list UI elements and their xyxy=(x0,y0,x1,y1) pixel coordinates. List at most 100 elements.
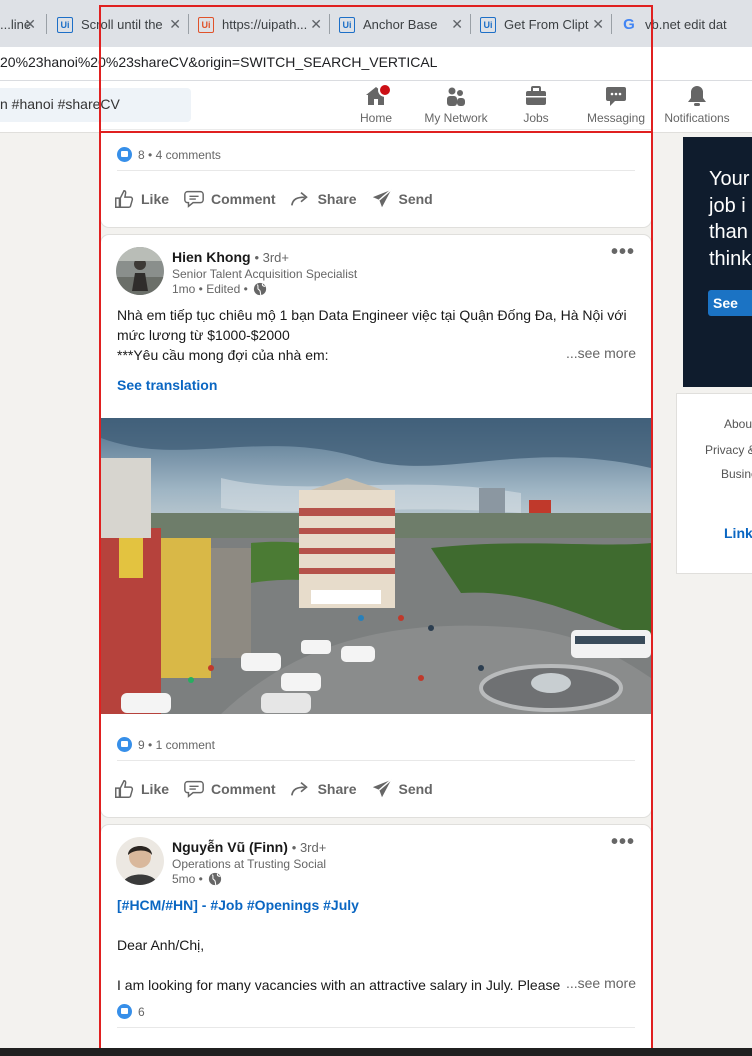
close-icon[interactable]: ✕ xyxy=(24,16,36,33)
post-image[interactable] xyxy=(101,418,651,714)
uipath-orange-icon: Ui xyxy=(198,16,214,33)
ad-banner[interactable]: Your job i than think See xyxy=(683,137,752,387)
reaction-count: 8 xyxy=(138,147,145,162)
ad-text-line: Your xyxy=(709,168,750,190)
author-name[interactable]: Nguyễn Vũ (Finn) • 3rd+ xyxy=(172,839,326,855)
linkedin-logo: Linke xyxy=(724,525,752,541)
connection-degree: • 3rd+ xyxy=(254,250,289,265)
footer-links-panel: About Privacy & Busine Linke xyxy=(676,393,752,574)
see-more-link[interactable]: ...see more xyxy=(561,345,636,361)
browser-tab[interactable]: Ui https://uipath... ✕ xyxy=(198,8,328,41)
url-text[interactable]: 20%23hanoi%20%23shareCV&origin=SWITCH_SE… xyxy=(0,54,437,70)
comment-button[interactable]: Comment xyxy=(183,778,276,800)
share-button[interactable]: Share xyxy=(290,778,357,800)
send-button[interactable]: Send xyxy=(371,188,433,210)
tab-title: vb.net edit dat xyxy=(645,17,727,32)
close-icon[interactable]: ✕ xyxy=(310,16,322,33)
globe-icon xyxy=(209,872,222,886)
tab-separator xyxy=(329,14,330,34)
more-options-icon[interactable]: ••• xyxy=(611,831,635,854)
connection-degree: • 3rd+ xyxy=(291,840,327,855)
see-translation-link[interactable]: See translation xyxy=(117,375,217,395)
nav-jobs[interactable]: Jobs xyxy=(516,81,556,133)
close-icon[interactable]: ✕ xyxy=(592,16,604,33)
browser-tab[interactable]: Ui Anchor Base ✕ xyxy=(339,8,469,41)
thumbs-up-icon xyxy=(115,190,134,208)
browser-tab[interactable]: Ui Get From Clipt ✕ xyxy=(480,8,610,41)
post-greeting: Dear Anh/Chị, xyxy=(117,937,205,953)
comment-button[interactable]: Comment xyxy=(183,188,276,210)
comment-count[interactable]: 4 comments xyxy=(156,148,221,162)
like-button[interactable]: Like xyxy=(113,778,169,800)
ad-cta-button[interactable]: See xyxy=(708,290,752,316)
nav-my-network-label: My Network xyxy=(424,111,488,125)
highlight-divider-line xyxy=(99,131,653,133)
author-name[interactable]: Hien Khong • 3rd+ xyxy=(172,249,289,265)
footer-link-business[interactable]: Busine xyxy=(721,467,752,481)
uipath-icon: Ui xyxy=(57,16,73,33)
ad-text-line: job i xyxy=(709,195,746,217)
close-icon[interactable]: ✕ xyxy=(169,16,181,33)
send-icon xyxy=(372,779,392,798)
close-icon[interactable]: ✕ xyxy=(451,16,463,33)
browser-tab[interactable]: G vb.net edit dat xyxy=(621,8,752,41)
like-reaction-icon xyxy=(117,737,132,752)
comment-count[interactable]: 1 comment xyxy=(156,738,215,752)
browser-tab[interactable]: Ui Scroll until the ✕ xyxy=(57,8,187,41)
share-arrow-icon xyxy=(290,781,308,796)
notification-badge xyxy=(378,83,392,97)
social-counts[interactable]: 6 xyxy=(117,1004,145,1019)
like-reaction-icon xyxy=(117,147,132,162)
tab-separator xyxy=(611,14,612,34)
google-icon: G xyxy=(623,16,635,33)
nav-notifications-label: Notifications xyxy=(664,111,730,125)
nav-messaging-label: Messaging xyxy=(586,111,646,125)
comment-icon xyxy=(184,780,204,798)
uipath-icon: Ui xyxy=(339,16,355,33)
briefcase-icon xyxy=(526,86,546,105)
browser-tab-strip: ...line ✕ Ui Scroll until the ✕ Ui https… xyxy=(0,0,752,47)
nav-home[interactable]: Home xyxy=(356,81,396,133)
more-options-icon[interactable]: ••• xyxy=(611,241,635,264)
network-icon xyxy=(447,87,465,106)
footer-link-about[interactable]: About xyxy=(724,417,752,431)
footer-link-privacy[interactable]: Privacy & xyxy=(705,443,752,457)
like-reaction-icon xyxy=(117,1004,132,1019)
social-counts[interactable]: 9 • 1 comment xyxy=(117,737,215,752)
feed-post-card: Hien Khong • 3rd+ Senior Talent Acquisit… xyxy=(101,235,651,817)
address-bar[interactable]: 20%23hanoi%20%23shareCV&origin=SWITCH_SE… xyxy=(0,47,752,81)
post-hashtags[interactable]: [#HCM/#HN] - #Job #Openings #July xyxy=(117,895,637,915)
reaction-count: 9 xyxy=(138,737,145,752)
post-timestamp: 1mo • Edited • xyxy=(172,282,267,296)
divider xyxy=(117,1027,635,1028)
tab-separator xyxy=(46,14,47,34)
globe-icon xyxy=(254,282,267,296)
share-button[interactable]: Share xyxy=(290,188,357,210)
post-timestamp: 5mo • xyxy=(172,872,222,886)
social-counts[interactable]: 8 • 4 comments xyxy=(117,147,221,162)
dot-separator: • xyxy=(144,147,156,162)
reaction-count: 6 xyxy=(138,1004,145,1019)
post-text: I am looking for many vacancies with an … xyxy=(117,977,572,993)
tab-separator xyxy=(470,14,471,34)
share-arrow-icon xyxy=(290,191,308,206)
nav-my-network[interactable]: My Network xyxy=(420,81,492,133)
nav-notifications[interactable]: Notifications xyxy=(660,81,734,133)
like-button[interactable]: Like xyxy=(113,188,169,210)
post-actions: Like Comment Share Send xyxy=(113,773,447,805)
browser-tab[interactable]: ...line ✕ xyxy=(0,8,46,41)
comment-icon xyxy=(184,190,204,208)
linkedin-nav: n #hanoi #shareCV Home My Network Jobs M… xyxy=(0,81,752,133)
post-actions: Like Comment Share Send xyxy=(113,183,447,215)
divider xyxy=(117,170,635,171)
send-icon xyxy=(372,189,392,208)
dot-separator: • xyxy=(144,737,156,752)
avatar[interactable] xyxy=(116,837,164,885)
see-more-link[interactable]: ...see more xyxy=(561,975,636,991)
messaging-icon xyxy=(606,87,626,106)
avatar[interactable] xyxy=(116,247,164,295)
search-input[interactable]: n #hanoi #shareCV xyxy=(0,88,191,122)
send-button[interactable]: Send xyxy=(371,778,433,800)
nav-messaging[interactable]: Messaging xyxy=(584,81,648,133)
author-headline: Operations at Trusting Social xyxy=(172,857,327,871)
